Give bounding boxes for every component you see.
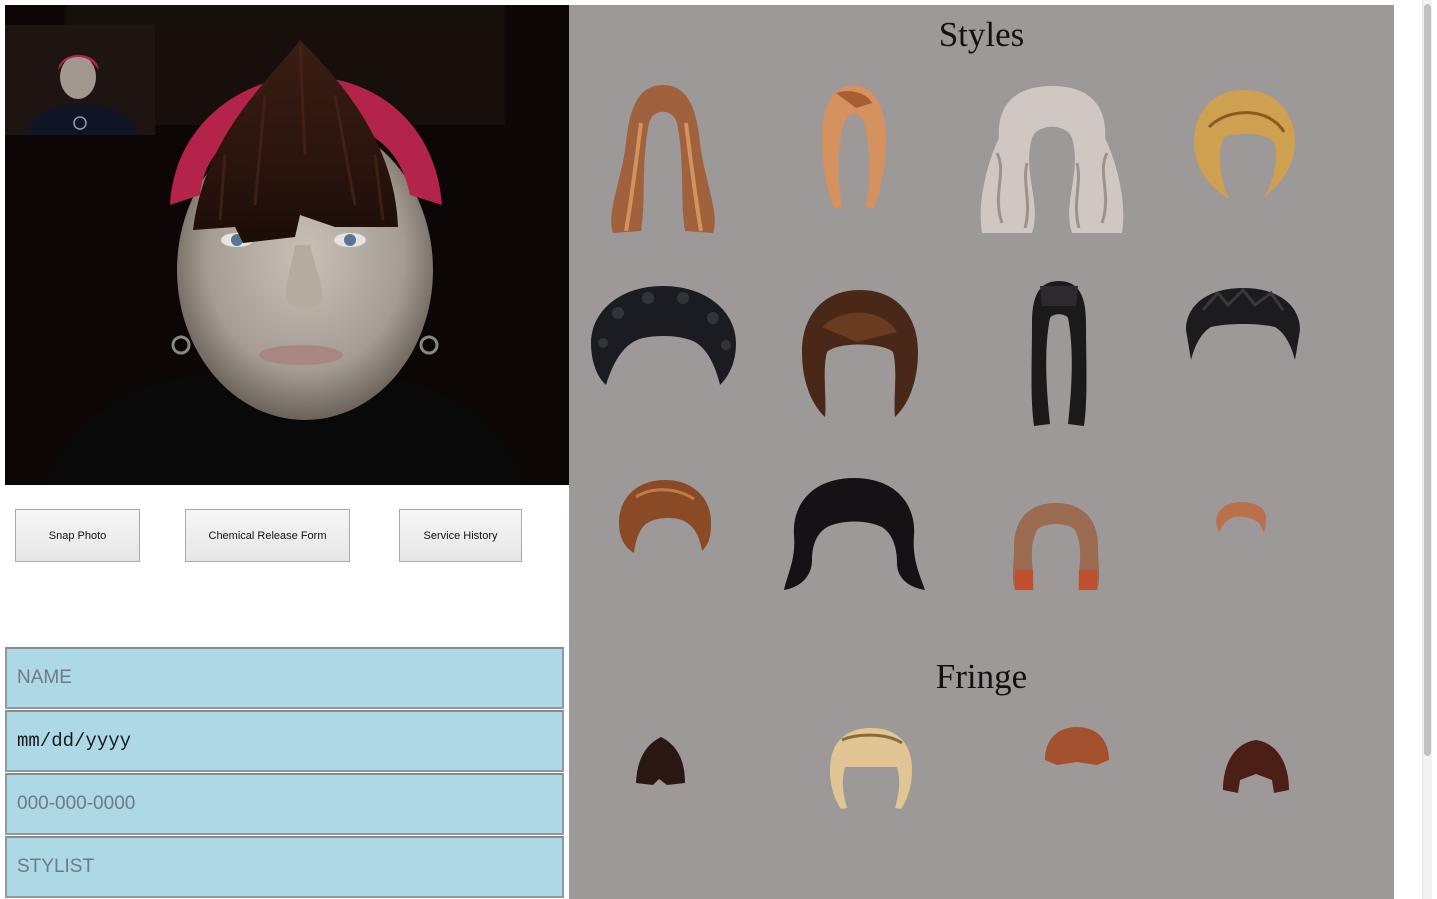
short-auburn-messy-hair-icon[interactable] bbox=[616, 477, 714, 555]
short-black-spiky-hair-icon[interactable] bbox=[1183, 285, 1303, 363]
phone-field[interactable]: 000-000-0000 bbox=[5, 773, 564, 835]
name-placeholder: NAME bbox=[17, 667, 72, 688]
webcam-thumbnail-image bbox=[5, 25, 155, 135]
scrollbar-thumb[interactable] bbox=[1424, 4, 1431, 756]
hairstyle-panel: Styles Fringe bbox=[569, 5, 1394, 899]
chemical-release-form-button[interactable]: Chemical Release Form bbox=[185, 509, 350, 562]
date-placeholder: mm/dd/yyyy bbox=[17, 730, 132, 752]
name-field[interactable]: NAME bbox=[5, 647, 564, 709]
strawberry-blonde-bob-hair-icon[interactable] bbox=[816, 83, 890, 213]
mahogany-fringe-icon[interactable] bbox=[1220, 738, 1292, 796]
long-wavy-auburn-hair-icon[interactable] bbox=[601, 83, 725, 236]
brown-layered-bob-hair-icon[interactable] bbox=[797, 287, 923, 419]
ombre-shoulder-hair-icon[interactable] bbox=[1009, 500, 1103, 593]
stylist-field[interactable]: STYLIST bbox=[5, 836, 564, 898]
copper-fringe-icon[interactable] bbox=[1042, 725, 1112, 767]
service-history-label: Service History bbox=[423, 529, 498, 542]
golden-blonde-bob-hair-icon[interactable] bbox=[1189, 87, 1299, 202]
page-scrollbar[interactable] bbox=[1394, 0, 1437, 899]
snap-photo-button[interactable]: Snap Photo bbox=[15, 509, 140, 562]
short-ginger-crop-hair-icon[interactable] bbox=[1214, 500, 1268, 535]
styles-title: Styles bbox=[938, 15, 1025, 54]
webcam-thumbnail bbox=[5, 25, 155, 135]
black-shag-hair-icon[interactable] bbox=[782, 475, 927, 592]
black-afro-hair-icon[interactable] bbox=[588, 283, 738, 388]
long-straight-black-hair-icon[interactable] bbox=[1028, 278, 1090, 428]
chemical-release-form-label: Chemical Release Form bbox=[208, 529, 327, 542]
dark-brown-fringe-icon[interactable] bbox=[633, 735, 689, 788]
date-field[interactable]: mm/dd/yyyy bbox=[5, 710, 564, 772]
stylist-placeholder: STYLIST bbox=[17, 856, 95, 877]
service-history-button[interactable]: Service History bbox=[399, 509, 522, 562]
fringe-title: Fringe bbox=[935, 657, 1028, 696]
left-panel: Snap Photo Chemical Release Form Service… bbox=[5, 5, 569, 899]
camera-preview bbox=[5, 5, 569, 485]
blonde-fringe-icon[interactable] bbox=[827, 725, 915, 813]
platinum-long-curly-hair-icon[interactable] bbox=[977, 83, 1127, 236]
snap-photo-label: Snap Photo bbox=[48, 529, 107, 542]
phone-placeholder: 000-000-0000 bbox=[17, 793, 136, 814]
